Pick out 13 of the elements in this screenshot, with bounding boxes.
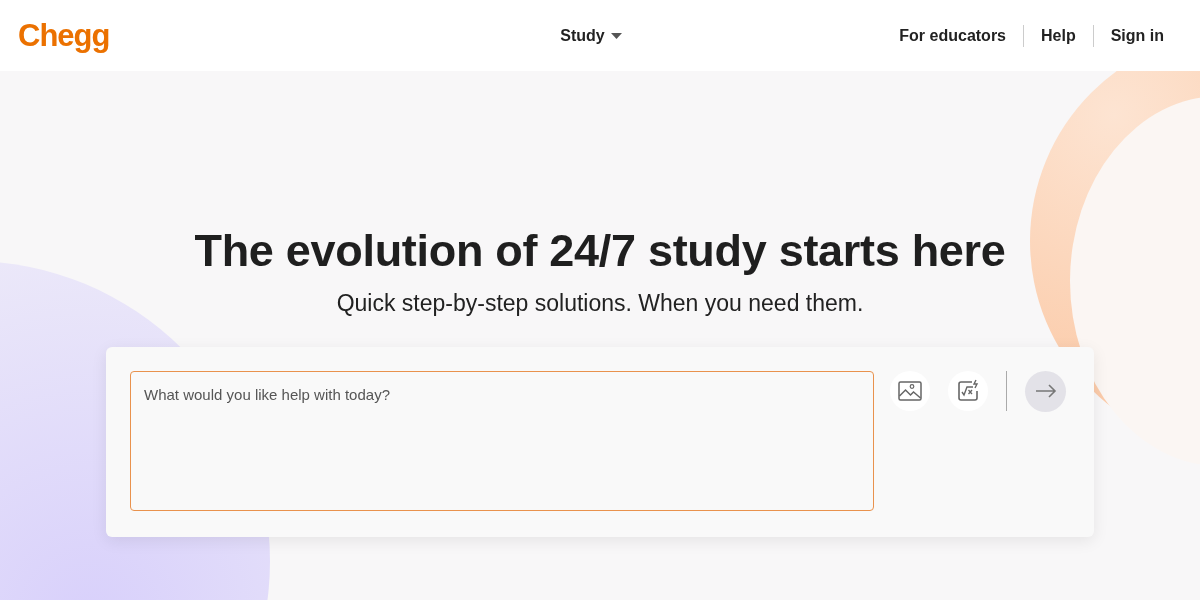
hero-title: The evolution of 24/7 study starts here — [194, 225, 1006, 277]
hero-subtitle: Quick step-by-step solutions. When you need them. — [336, 289, 864, 318]
image-upload-button[interactable] — [890, 371, 930, 411]
question-field[interactable]: What would you like help with today? — [130, 371, 874, 511]
math-icon — [956, 379, 980, 403]
nav-link[interactable]: For educators — [882, 26, 1023, 45]
nav-link[interactable]: Sign in — [1093, 26, 1164, 45]
nav-link[interactable]: Help — [1024, 26, 1093, 45]
study-menu[interactable]: Study — [560, 26, 622, 45]
image-icon — [898, 381, 922, 401]
caret-icon — [610, 32, 622, 39]
arrow-right-icon — [1034, 384, 1057, 398]
math-button[interactable] — [948, 371, 988, 411]
